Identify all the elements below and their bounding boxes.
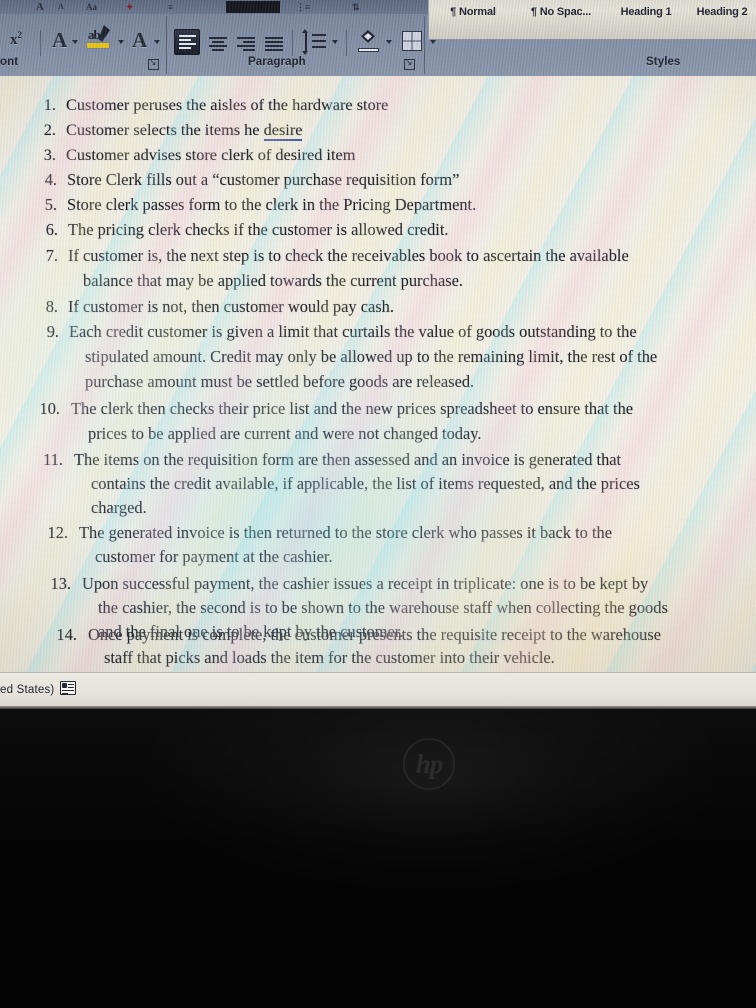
style-label: ¶ Normal [450,6,496,18]
list-text: Store Clerk fills out a “customer purcha… [67,170,460,189]
borders-button[interactable] [402,31,422,51]
group-label-styles: Styles [646,56,681,68]
list-number: 6. [45,220,58,239]
grow-font-icon[interactable]: A [36,1,44,13]
list-text-continuation: stipulated amount. Credit may only be al… [85,347,658,366]
list-number: 14. [56,625,78,644]
shading-button[interactable] [358,30,380,54]
ribbon: A A Aa ✦ ≡ ⋮≡ ⇅ x2 A ab A ¶ Normal ¶ No … [0,0,756,76]
highlight-chevron-down-icon[interactable] [118,40,124,44]
list-text: Once payment is complete, the customer p… [88,625,662,644]
group-label-font: ont [0,56,19,68]
ribbon-group-labels: ont Paragraph Styles [0,52,756,76]
clear-formatting-icon[interactable]: ✦ [126,1,134,13]
font-dialog-launcher[interactable] [148,57,159,70]
list-text: Each credit customer is given a limit th… [69,322,637,341]
list-number: 11. [43,450,63,469]
style-heading-1[interactable]: AaBbC Heading 1 [607,0,685,39]
list-number: 13. [50,574,72,593]
list-text-continuation: the cashier, the second is to be shown t… [98,598,668,617]
shading-chevron-down-icon[interactable] [386,40,392,44]
status-bar: ed States) [0,672,756,708]
font-color-button[interactable]: A [132,28,147,53]
multilevel-list-icon[interactable]: ⋮≡ [296,1,310,13]
list-number: 10. [39,399,61,418]
list-text: Customer advises store clerk of desired … [66,145,356,164]
list-text-continuation: charged. [91,498,147,517]
list-text-continuation: contains the credit available, if applic… [91,474,640,493]
text-effects-chevron-down-icon[interactable] [72,40,78,44]
styles-gallery: AaBbCcDc ¶ Normal AaBbCcDc ¶ No Spac... … [428,0,756,40]
list-number: 7. [45,246,58,265]
list-text: The pricing clerk checks if the customer… [68,220,449,239]
list-text: If customer is, the next step is to chec… [68,246,629,265]
list-text-continuation: prices to be applied are current and wer… [88,424,482,443]
style-normal[interactable]: AaBbCcDc ¶ Normal [431,0,515,39]
numbered-list: 1. Customer peruses the aisles of the ha… [0,76,756,672]
numbering-icon[interactable] [226,1,280,13]
list-number: 2. [43,120,56,139]
list-text: Customer selects the items he desire [66,120,303,141]
sort-icon[interactable]: ⇅ [352,1,360,13]
list-text-continuation: purchase amount must be settled before g… [85,372,475,391]
group-label-paragraph: Paragraph [248,56,306,68]
list-number: 5. [44,195,57,214]
list-text: Store clerk passes form to the clerk in … [67,195,477,214]
list-text: The clerk then checks their price list a… [71,399,634,418]
align-right-button[interactable] [236,32,258,52]
bullets-icon[interactable]: ≡ [168,1,173,13]
proofing-errors-icon[interactable] [60,681,76,695]
list-text: Customer peruses the aisles of the hardw… [66,95,389,114]
grammar-error-word[interactable]: desire [263,120,303,141]
font-color-chevron-down-icon[interactable] [154,40,160,44]
shrink-font-icon[interactable]: A [58,1,64,13]
list-number: 12. [47,523,69,542]
line-spacing-chevron-down-icon[interactable] [332,40,338,44]
style-no-spacing[interactable]: AaBbCcDc ¶ No Spac... [515,0,607,39]
style-label: Heading 2 [696,6,748,18]
style-heading-2[interactable]: AaBbCcE Heading 2 [685,0,756,39]
hp-logo: hp [403,738,455,790]
align-center-button[interactable] [208,32,230,52]
text-effects-button[interactable]: A [52,28,67,53]
list-text: The generated invoice is then returned t… [79,523,612,542]
change-case-icon[interactable]: Aa [86,1,97,13]
list-text-continuation: balance that may be applied towards the … [83,271,464,290]
list-text: Upon successful payment, the cashier iss… [82,574,649,593]
list-text-run: Customer selects the items he [66,120,264,139]
superscript-button[interactable]: x2 [10,30,22,49]
list-text: The items on the requisition form are th… [74,450,622,469]
list-number: 4. [44,170,57,189]
list-text-continuation: customer for payment at the cashier. [95,547,333,566]
style-preview: AaBbC [607,0,685,3]
list-number: 3. [43,145,56,164]
line-spacing-button[interactable] [302,29,328,55]
paragraph-dialog-launcher[interactable] [404,57,415,70]
list-text-continuation: staff that picks and loads the item for … [104,648,555,667]
language-status[interactable]: ed States) [0,684,54,696]
text-highlight-color-button[interactable]: ab [87,25,110,48]
screenshot-root: A A Aa ✦ ≡ ⋮≡ ⇅ x2 A ab A ¶ Normal ¶ No … [0,0,756,1008]
style-label: ¶ No Spac... [531,6,591,18]
ribbon-group-styles: AaBbCcDc ¶ Normal AaBbCcDc ¶ No Spac... … [428,0,756,50]
justify-button[interactable] [264,32,286,52]
list-number: 1. [43,95,56,114]
list-number: 8. [45,297,58,316]
document-page[interactable]: 1. Customer peruses the aisles of the ha… [0,76,756,672]
list-number: 9. [46,322,59,341]
list-text: If customer is not, then customer would … [68,297,394,316]
laptop-bezel [0,709,756,1008]
style-label: Heading 1 [620,6,672,18]
